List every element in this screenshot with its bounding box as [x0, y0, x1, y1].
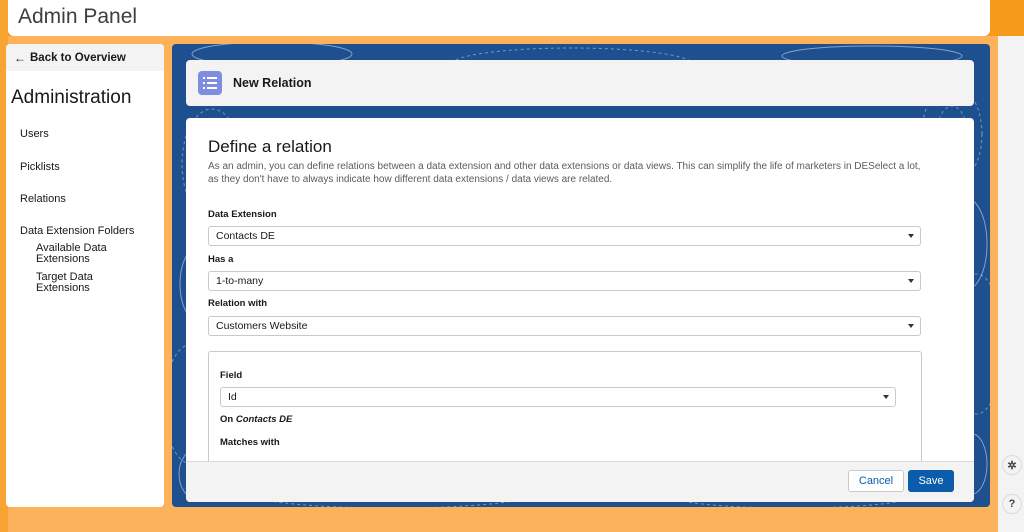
- cancel-button[interactable]: Cancel: [848, 470, 904, 492]
- save-button[interactable]: Save: [908, 470, 954, 492]
- chevron-down-icon: [883, 395, 889, 399]
- relation-form: Define a relation As an admin, you can d…: [186, 118, 974, 502]
- chevron-down-icon: [908, 279, 914, 283]
- field-select[interactable]: Id: [220, 387, 896, 407]
- data-extension-value: Contacts DE: [216, 230, 275, 242]
- back-link-label: Back to Overview: [30, 51, 126, 64]
- has-a-select[interactable]: 1-to-many: [208, 271, 921, 291]
- on-data-extension-text: On Contacts DE: [220, 414, 292, 425]
- back-to-overview-link[interactable]: ← Back to Overview: [6, 44, 164, 71]
- sidebar-item-picklists[interactable]: Picklists: [20, 161, 60, 173]
- has-a-label: Has a: [208, 254, 234, 265]
- sidebar-item-users[interactable]: Users: [20, 128, 49, 140]
- has-a-value: 1-to-many: [216, 275, 264, 287]
- relation-with-select[interactable]: Customers Website: [208, 316, 921, 336]
- form-title: Define a relation: [208, 137, 332, 156]
- data-extension-label: Data Extension: [208, 209, 277, 220]
- sidebar-item-data-extension-folders[interactable]: Data Extension Folders: [20, 225, 134, 237]
- settings-icon[interactable]: ✲: [1002, 455, 1022, 475]
- chevron-down-icon: [908, 324, 914, 328]
- data-extension-select[interactable]: Contacts DE: [208, 226, 921, 246]
- matches-with-label: Matches with: [220, 437, 280, 448]
- chevron-down-icon: [908, 234, 914, 238]
- sidebar-subitem-target-data-extensions[interactable]: Target Data Extensions: [36, 272, 146, 294]
- form-description: As an admin, you can define relations be…: [208, 161, 921, 185]
- main-panel: New Relation Define a relation As an adm…: [172, 44, 990, 507]
- form-footer: Cancel Save: [186, 461, 974, 502]
- on-prefix: On: [220, 414, 234, 425]
- sidebar: ← Back to Overview Administration Users …: [6, 44, 164, 507]
- relation-with-label: Relation with: [208, 298, 268, 309]
- sidebar-title: Administration: [11, 87, 132, 108]
- help-icon[interactable]: ?: [1002, 494, 1022, 514]
- new-relation-title: New Relation: [233, 76, 312, 90]
- relation-with-value: Customers Website: [216, 320, 308, 332]
- new-relation-header: New Relation: [186, 60, 974, 106]
- sidebar-item-relations[interactable]: Relations: [20, 193, 66, 205]
- field-mapping-box: Field Id On Contacts DE Matches with: [208, 351, 922, 471]
- on-data-extension-name: Contacts DE: [235, 414, 293, 425]
- field-value: Id: [228, 391, 237, 403]
- app-header: Admin Panel: [8, 0, 990, 36]
- field-label: Field: [220, 370, 243, 381]
- app-title: Admin Panel: [18, 5, 138, 28]
- arrow-left-icon: ←: [14, 50, 26, 65]
- sidebar-subitem-available-data-extensions[interactable]: Available Data Extensions: [36, 243, 146, 265]
- list-icon: [198, 71, 222, 95]
